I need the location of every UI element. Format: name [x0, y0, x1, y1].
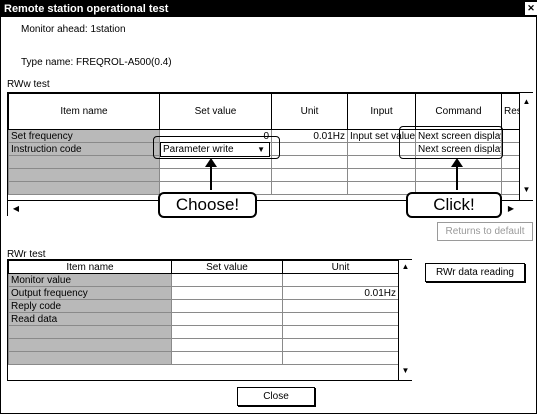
rww-row-res [501, 168, 520, 182]
rww-header-set-value: Set value [159, 93, 272, 130]
table-row [8, 351, 399, 365]
table-row: Monitor value [8, 273, 399, 287]
scroll-up-icon[interactable]: ▲ [520, 97, 533, 107]
type-name-label: Type name: FREQROL-A500(0.4) [21, 57, 172, 68]
close-icon[interactable]: ✕ [525, 2, 537, 15]
dialog-window: Remote station operational test ✕ Monito… [0, 0, 537, 414]
rwr-row-name: Output frequency [8, 286, 172, 300]
rww-row-unit [271, 181, 348, 195]
rww-row-name: Set frequency [8, 129, 160, 143]
table-row [8, 325, 399, 339]
rwr-header-set-value: Set value [171, 260, 283, 274]
table-row: Output frequency 0.01Hz [8, 286, 399, 300]
rww-row-name [8, 168, 160, 182]
rwr-row-unit [282, 338, 399, 352]
rwr-row-name: Monitor value [8, 273, 172, 287]
table-row: Reply code [8, 299, 399, 313]
table-row: Read data [8, 312, 399, 326]
scroll-right-icon[interactable]: ▶ [506, 204, 516, 214]
rww-row-unit: 0.01Hz [271, 129, 348, 143]
scroll-left-icon[interactable]: ◀ [11, 204, 21, 214]
click-callout: Click! [406, 192, 502, 218]
choose-callout: Choose! [158, 192, 257, 218]
rwr-header-item-name: Item name [8, 260, 172, 274]
rww-row-res [501, 181, 520, 195]
returns-to-default-button[interactable]: Returns to default [437, 222, 533, 241]
rwr-row-set-value [171, 351, 283, 365]
rww-row-res [501, 155, 520, 169]
rwr-row-set-value [171, 299, 283, 313]
rwr-header-unit: Unit [282, 260, 399, 274]
rwr-row-set-value [171, 312, 283, 326]
rww-row-input[interactable] [347, 168, 416, 182]
monitor-ahead-label: Monitor ahead: 1station [21, 24, 126, 35]
rww-row-unit [271, 142, 348, 156]
rww-row-name [8, 181, 160, 195]
rww-row-unit [271, 155, 348, 169]
title-bar: Remote station operational test ✕ [1, 1, 537, 17]
rww-header-unit: Unit [271, 93, 348, 130]
rww-row-unit [271, 168, 348, 182]
rwr-row-name [8, 325, 172, 339]
table-row [8, 168, 520, 182]
command-highlight [399, 126, 503, 159]
window-title: Remote station operational test [4, 3, 169, 15]
rwr-data-reading-button[interactable]: RWr data reading [425, 263, 525, 282]
rww-header-command: Command [415, 93, 502, 130]
rwr-row-set-value [171, 273, 283, 287]
rwr-row-unit [282, 312, 399, 326]
rww-section-label: RWw test [7, 79, 50, 90]
rwr-row-name: Reply code [8, 299, 172, 313]
rwr-row-unit [282, 351, 399, 365]
rww-row-input[interactable] [347, 181, 416, 195]
table-row [8, 338, 399, 352]
scroll-down-icon[interactable]: ▼ [520, 185, 533, 195]
scroll-up-icon[interactable]: ▲ [399, 262, 412, 272]
rww-row-res [501, 142, 520, 156]
dropdown-highlight [153, 136, 280, 159]
rwr-row-set-value [171, 286, 283, 300]
rww-vertical-scrollbar[interactable]: ▲ ▼ [519, 93, 533, 200]
rwr-row-unit: 0.01Hz [282, 286, 399, 300]
rwr-row-unit [282, 325, 399, 339]
rww-row-name: Instruction code [8, 142, 160, 156]
rwr-row-set-value [171, 338, 283, 352]
rww-header-res: Res [501, 93, 520, 130]
rww-header-item-name: Item name [8, 93, 160, 130]
rwr-table: Item name Set value Unit Monitor value O… [8, 260, 399, 365]
rww-row-name [8, 155, 160, 169]
rwr-row-name [8, 351, 172, 365]
close-button[interactable]: Close [237, 387, 315, 406]
rww-header-input: Input [347, 93, 416, 130]
scroll-down-icon[interactable]: ▼ [399, 366, 412, 376]
rwr-row-unit [282, 299, 399, 313]
rww-row-res [501, 129, 520, 143]
rwr-grid-frame: Item name Set value Unit Monitor value O… [7, 259, 412, 381]
rwr-row-unit [282, 273, 399, 287]
rwr-vertical-scrollbar[interactable]: ▲ ▼ [398, 260, 412, 380]
rwr-row-name: Read data [8, 312, 172, 326]
rwr-row-set-value [171, 325, 283, 339]
rwr-row-name [8, 338, 172, 352]
arrow-up-icon [205, 158, 217, 190]
rwr-header-row: Item name Set value Unit [8, 260, 399, 274]
rww-header-row: Item name Set value Unit Input Command R… [8, 93, 520, 130]
arrow-up-icon [451, 158, 463, 190]
